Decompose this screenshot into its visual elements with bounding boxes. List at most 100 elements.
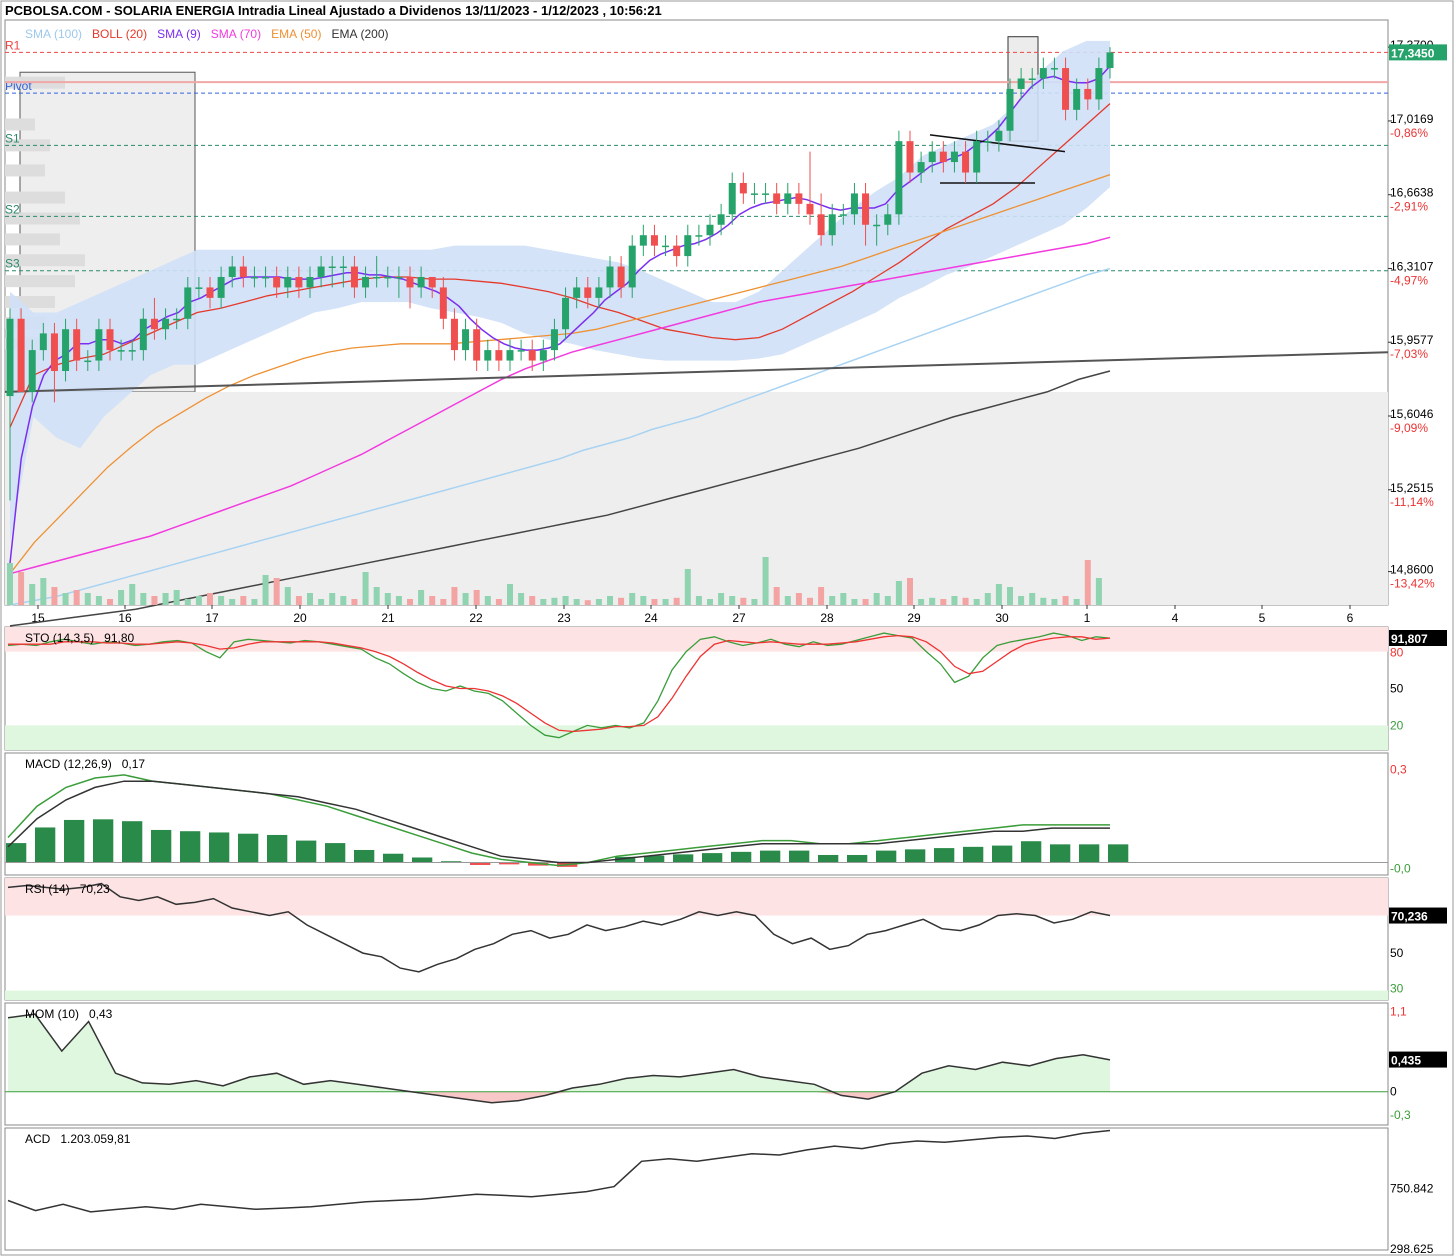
candle-body-71 — [795, 193, 803, 204]
sto-y-tick-1: 50 — [1390, 682, 1404, 696]
y-pct-label-1: -2,91% — [1390, 200, 1428, 214]
volume-bar-61 — [684, 569, 691, 605]
volume-bar-43 — [484, 596, 491, 605]
legend-label-5: EMA — [331, 27, 357, 41]
volume-bar-97 — [1084, 560, 1091, 605]
volume-bar-95 — [1062, 596, 1069, 605]
macd-histogram-bar-24 — [702, 853, 723, 863]
x-tick-label-4: 21 — [381, 611, 395, 625]
candle-body-26 — [295, 276, 303, 288]
x-tick-label-14: 5 — [1259, 611, 1266, 625]
sto-y-tick-2: 20 — [1390, 718, 1404, 732]
macd-histogram-bar-10 — [296, 840, 317, 863]
macd-y-tick-0: 0,3 — [1390, 763, 1407, 777]
y-pct-label-2: -4,97% — [1390, 273, 1428, 287]
volume-bar-93 — [1040, 597, 1047, 605]
volume-bar-40 — [451, 587, 458, 605]
volume-bar-15 — [173, 590, 180, 605]
candle-body-6 — [73, 329, 81, 361]
macd-histogram-bar-6 — [180, 831, 201, 863]
pivot-label-r1: R1 — [5, 38, 21, 52]
volume-bar-76 — [851, 599, 858, 605]
y-tick-label-4: 15,9577 — [1390, 333, 1434, 347]
volume-bar-94 — [1051, 599, 1058, 605]
volume-bar-81 — [907, 578, 913, 605]
candle-body-39 — [439, 287, 447, 319]
x-tick-label-7: 24 — [644, 611, 658, 625]
volume-bar-20 — [229, 599, 236, 605]
candle-body-72 — [806, 203, 814, 215]
candle-body-17 — [195, 287, 203, 289]
macd-histogram-bar-38 — [1108, 844, 1129, 863]
volume-bar-23 — [262, 575, 269, 605]
volume-bar-12 — [140, 593, 147, 605]
candle-body-0 — [6, 318, 14, 397]
candle-body-15 — [173, 318, 181, 321]
volume-bar-73 — [818, 587, 825, 605]
legend-param-2: (9) — [186, 27, 201, 41]
volume-bar-55 — [618, 597, 625, 605]
candle-body-80 — [895, 141, 903, 215]
volume-bar-9 — [107, 599, 113, 605]
chart-title: PCBOLSA.COM - SOLARIA ENERGIA Intradia L… — [5, 3, 662, 18]
macd-histogram-bar-31 — [905, 849, 926, 863]
candle-body-19 — [217, 276, 225, 298]
volume-profile-bar-6 — [5, 233, 60, 246]
candle-body-77 — [862, 193, 870, 225]
candle-body-97 — [1084, 88, 1092, 100]
volume-bar-66 — [740, 597, 747, 605]
candle-body-98 — [1095, 68, 1103, 100]
volume-bar-64 — [718, 593, 725, 605]
candle-body-8 — [95, 329, 103, 361]
last-price-value: 17,3450 — [1391, 46, 1435, 60]
volume-profile-bar-3 — [5, 164, 45, 177]
volume-bar-78 — [873, 593, 880, 605]
candle-body-87 — [973, 141, 981, 173]
volume-bar-5 — [62, 593, 69, 605]
volume-bar-0 — [7, 563, 13, 605]
y-tick-label-2: 16,6638 — [1390, 186, 1434, 200]
volume-bar-45 — [507, 584, 513, 605]
x-tick-label-8: 27 — [732, 611, 746, 625]
candle-body-29 — [328, 266, 336, 269]
volume-bar-68 — [762, 557, 769, 605]
candle-body-49 — [550, 329, 558, 351]
candle-body-9 — [106, 329, 114, 351]
x-tick-label-13: 4 — [1172, 611, 1179, 625]
volume-bar-75 — [840, 593, 847, 605]
sto-y-tick-0: 80 — [1390, 646, 1404, 660]
candle-body-76 — [850, 193, 858, 215]
legend-param-4: (50) — [300, 27, 321, 41]
macd-histogram-bar-29 — [847, 854, 868, 863]
candle-body-75 — [839, 214, 847, 216]
y-pct-label-5: -11,14% — [1390, 495, 1434, 509]
volume-bar-24 — [273, 578, 280, 605]
candle-body-94 — [1050, 68, 1058, 70]
panel-frame-5 — [4, 1127, 1389, 1251]
macd-y-tick-1: -0,0 — [1390, 861, 1411, 875]
candle-body-88 — [984, 141, 992, 143]
macd-histogram-bar-7 — [209, 832, 230, 863]
candle-body-3 — [39, 333, 47, 351]
x-tick-label-9: 28 — [820, 611, 834, 625]
y-tick-label-1: 17,0169 — [1390, 112, 1434, 126]
rsi-y-tick-1: 30 — [1390, 982, 1404, 996]
volume-bar-34 — [384, 593, 391, 605]
candle-body-82 — [917, 162, 925, 173]
candle-body-23 — [262, 276, 270, 279]
volume-bar-44 — [495, 599, 502, 605]
volume-bar-47 — [529, 596, 536, 605]
macd-histogram-bar-9 — [267, 834, 288, 863]
volume-bar-26 — [295, 596, 302, 605]
legend-label-2: SMA — [157, 27, 183, 41]
volume-bar-28 — [318, 599, 325, 605]
candle-body-81 — [906, 141, 914, 173]
panel-title-2: MACD (12,26,9) — [25, 757, 112, 771]
volume-bar-1 — [18, 572, 25, 605]
x-tick-label-1: 16 — [118, 611, 132, 625]
candle-body-5 — [62, 329, 70, 371]
panel-title-1: STO (14,3,5) — [25, 631, 94, 645]
volume-bar-72 — [807, 597, 813, 605]
macd-histogram-bar-13 — [383, 853, 404, 863]
candle-body-18 — [206, 287, 214, 298]
